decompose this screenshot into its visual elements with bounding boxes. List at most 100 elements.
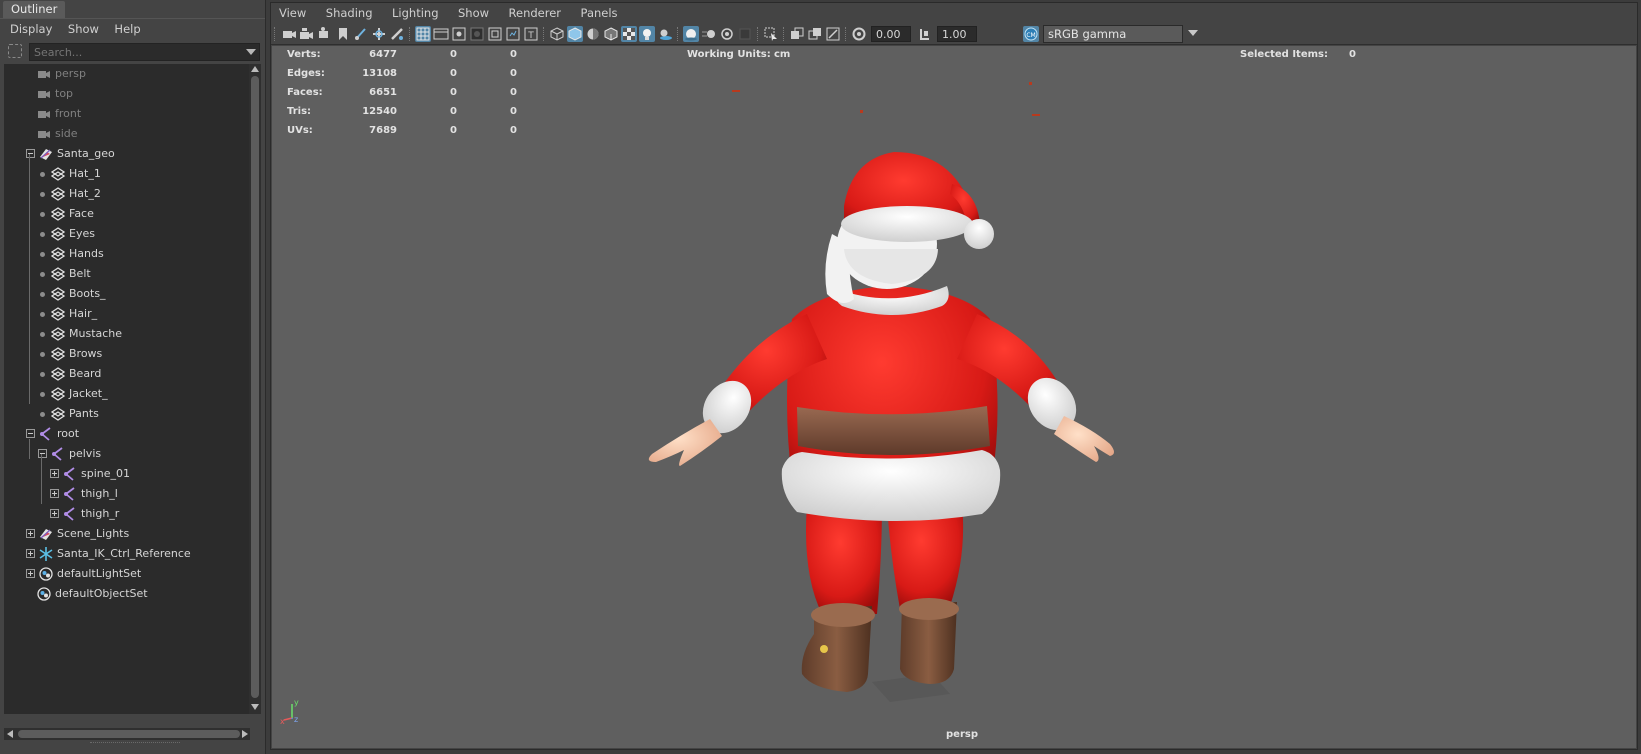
outliner-item-scene-lights[interactable]: Scene_Lights	[4, 524, 250, 544]
collapse-icon[interactable]	[38, 449, 47, 458]
camera-attributes-icon[interactable]	[299, 26, 315, 42]
exposure-icon[interactable]	[851, 26, 867, 42]
menu-lighting[interactable]: Lighting	[384, 3, 446, 23]
outliner-item-jacket[interactable]: Jacket_	[4, 384, 250, 404]
2d-pan-zoom-icon[interactable]	[371, 26, 387, 42]
depth-of-field-icon[interactable]	[737, 26, 753, 42]
outliner-item-mustache[interactable]: Mustache	[4, 324, 250, 344]
vertical-scroll-thumb[interactable]	[251, 76, 259, 698]
particle	[860, 110, 863, 113]
shadows-icon[interactable]	[657, 26, 673, 42]
isolate-select-icon[interactable]	[763, 26, 779, 42]
expand-icon[interactable]	[26, 549, 35, 558]
outliner-item-label: Santa_geo	[57, 147, 115, 160]
outliner-item-face[interactable]: Face	[4, 204, 250, 224]
scroll-right-arrow-icon[interactable]	[242, 730, 248, 738]
gamma-field[interactable]: 1.00	[937, 26, 977, 42]
scroll-left-arrow-icon[interactable]	[7, 730, 13, 738]
outliner-item-top[interactable]: top	[4, 84, 250, 104]
wireframe-on-shaded-icon[interactable]	[603, 26, 619, 42]
outliner-item-side[interactable]: side	[4, 124, 250, 144]
search-input[interactable]	[29, 43, 260, 61]
outliner-item-defaultlightset[interactable]: defaultLightSet	[4, 564, 250, 584]
horizontal-scrollbar[interactable]	[4, 728, 250, 740]
outliner-item-eyes[interactable]: Eyes	[4, 224, 250, 244]
bookmark-icon[interactable]	[335, 26, 351, 42]
outliner-item-root[interactable]: root	[4, 424, 250, 444]
collapse-icon[interactable]	[26, 149, 35, 158]
textured-icon[interactable]	[621, 26, 637, 42]
film-gate-icon[interactable]	[433, 26, 449, 42]
outliner-item-hat-2[interactable]: Hat_2	[4, 184, 250, 204]
gate-mask-icon[interactable]	[469, 26, 485, 42]
resolution-gate-icon[interactable]	[451, 26, 467, 42]
wireframe-icon[interactable]	[549, 26, 565, 42]
expand-icon[interactable]	[26, 529, 35, 538]
smooth-shade-icon[interactable]	[567, 26, 583, 42]
grid-icon[interactable]	[415, 26, 431, 42]
xray-joints-icon[interactable]	[825, 26, 841, 42]
scroll-up-arrow-icon[interactable]	[251, 66, 259, 72]
select-camera-icon[interactable]	[281, 26, 297, 42]
scroll-down-arrow-icon[interactable]	[251, 704, 259, 710]
menu-display[interactable]: Display	[0, 19, 58, 39]
menu-renderer[interactable]: Renderer	[501, 3, 570, 23]
color-space-dropdown[interactable]: sRGB gamma	[1043, 25, 1183, 43]
grease-pencil-icon[interactable]	[389, 26, 405, 42]
outliner-item-beard[interactable]: Beard	[4, 364, 250, 384]
gamma-icon[interactable]	[917, 26, 933, 42]
outliner-item-santa-geo[interactable]: Santa_geo	[4, 144, 250, 164]
svg-text:CM: CM	[1026, 32, 1035, 39]
camera-icon	[38, 71, 50, 78]
menu-show[interactable]: Show	[62, 19, 105, 39]
multisample-aa-icon[interactable]	[719, 26, 735, 42]
outliner-item-defaultobjectset[interactable]: defaultObjectSet	[4, 584, 250, 604]
menu-panels[interactable]: Panels	[573, 3, 626, 23]
tree-node-dot	[40, 392, 45, 397]
outliner-item-boots[interactable]: Boots_	[4, 284, 250, 304]
3d-viewport[interactable]: Verts: 6477 0 0 Edges: 13108 0 0 Faces: 6651 0 0 Tri…	[272, 46, 1636, 748]
menu-view[interactable]: View	[271, 3, 314, 23]
outliner-item-hair[interactable]: Hair_	[4, 304, 250, 324]
chevron-down-icon[interactable]	[1188, 30, 1198, 36]
bookmarks-icon[interactable]	[317, 26, 333, 42]
exposure-field[interactable]: 0.00	[871, 26, 911, 42]
outliner-item-brows[interactable]: Brows	[4, 344, 250, 364]
outliner-item-belt[interactable]: Belt	[4, 264, 250, 284]
outliner-item-hands[interactable]: Hands	[4, 244, 250, 264]
outliner-item-hat-1[interactable]: Hat_1	[4, 164, 250, 184]
xray-icon[interactable]	[789, 26, 805, 42]
santa-character-model[interactable]	[632, 74, 1152, 724]
expand-icon[interactable]	[26, 569, 35, 578]
filter-icon[interactable]	[8, 44, 22, 58]
menu-help[interactable]: Help	[108, 19, 146, 39]
horizontal-scroll-thumb[interactable]	[18, 730, 240, 738]
field-chart-icon[interactable]	[487, 26, 503, 42]
expand-icon[interactable]	[50, 509, 59, 518]
collapse-icon[interactable]	[26, 429, 35, 438]
outliner-item-santa-ik-ctrl-reference[interactable]: Santa_IK_Ctrl_Reference	[4, 544, 250, 564]
image-plane-icon[interactable]	[353, 26, 369, 42]
menu-shading[interactable]: Shading	[318, 3, 381, 23]
outliner-item-front[interactable]: front	[4, 104, 250, 124]
panel-resize-grip[interactable]	[90, 742, 180, 745]
tree-node-dot	[40, 192, 45, 197]
expand-icon[interactable]	[50, 489, 59, 498]
use-all-lights-icon[interactable]	[639, 26, 655, 42]
tree-connector-line	[29, 439, 30, 459]
menu-show[interactable]: Show	[450, 3, 497, 23]
xray-active-components-icon[interactable]	[807, 26, 823, 42]
screen-space-ao-icon[interactable]	[683, 26, 699, 42]
search-options-dropdown-icon[interactable]	[246, 49, 256, 55]
vertical-scrollbar[interactable]	[249, 64, 261, 714]
outliner-item-thigh-r[interactable]: thigh_r	[4, 504, 250, 524]
default-material-icon[interactable]	[585, 26, 601, 42]
color-management-icon[interactable]: CM	[1023, 26, 1039, 42]
motion-blur-icon[interactable]	[701, 26, 717, 42]
safe-action-icon[interactable]	[505, 26, 521, 42]
expand-icon[interactable]	[50, 469, 59, 478]
outliner-item-pants[interactable]: Pants	[4, 404, 250, 424]
outliner-item-persp[interactable]: persp	[4, 64, 250, 84]
outliner-tab[interactable]: Outliner	[3, 1, 66, 18]
safe-title-icon[interactable]: T	[523, 26, 539, 42]
